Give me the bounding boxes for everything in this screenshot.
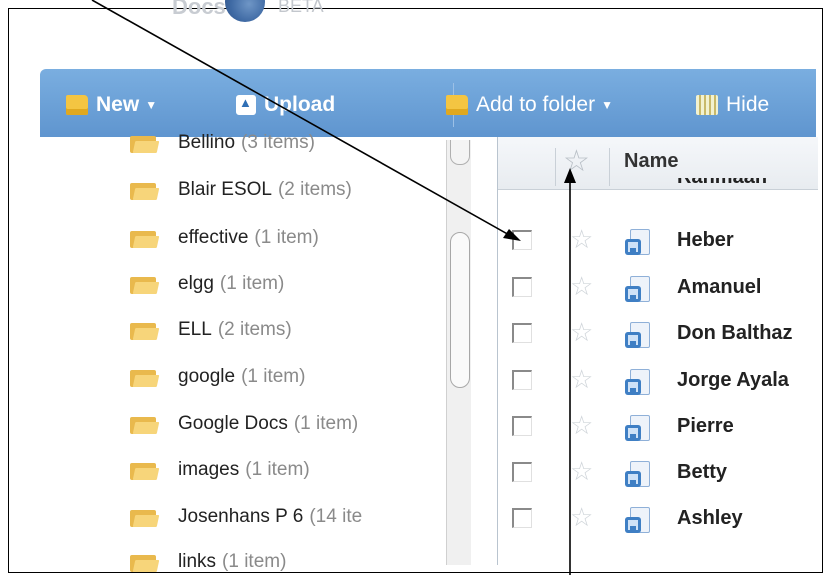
doc-name[interactable]: Ashley bbox=[677, 507, 743, 530]
doc-name[interactable]: Heber bbox=[677, 229, 734, 252]
folder-icon bbox=[130, 228, 158, 248]
folder-count: (14 ite bbox=[309, 506, 363, 527]
chevron-down-icon: ▼ bbox=[145, 98, 158, 112]
folder-icon bbox=[130, 552, 158, 572]
star-icon[interactable]: ☆ bbox=[570, 226, 593, 252]
chevron-down-icon: ▼ bbox=[601, 98, 613, 112]
logo-text-docs: Docs bbox=[172, 0, 226, 19]
folder-count: (3 items) bbox=[241, 132, 315, 153]
folder-name: links bbox=[178, 551, 217, 572]
document-icon bbox=[625, 322, 651, 348]
folder-icon bbox=[130, 460, 158, 480]
toolbar: New ▼ Upload Add to folder ▼ Hide bbox=[40, 69, 816, 137]
folder-icon bbox=[130, 414, 158, 434]
name-column-header[interactable]: Name bbox=[624, 150, 678, 173]
star-icon[interactable]: ☆ bbox=[570, 273, 593, 299]
document-icon bbox=[625, 415, 651, 441]
folder-name: ELL bbox=[178, 319, 212, 340]
document-icon bbox=[625, 507, 651, 533]
star-icon[interactable]: ☆ bbox=[570, 504, 593, 530]
scrollbar-top-cap[interactable] bbox=[450, 140, 470, 165]
row-checkbox[interactable] bbox=[512, 462, 532, 482]
folder-name: Josenhans P 6 bbox=[178, 506, 304, 527]
folder-count: (1 item) bbox=[254, 227, 319, 248]
folder-count: (2 items) bbox=[277, 179, 352, 200]
star-icon[interactable]: ☆ bbox=[570, 412, 593, 438]
folder-name: effective bbox=[178, 227, 249, 248]
folder-item[interactable]: images (1 item) bbox=[130, 456, 310, 484]
upload-button[interactable]: Upload bbox=[236, 91, 335, 119]
folder-count: (1 item) bbox=[222, 551, 287, 572]
row-checkbox[interactable] bbox=[512, 230, 532, 250]
doc-name[interactable]: Jorge Ayala bbox=[677, 369, 789, 392]
folder-icon bbox=[130, 180, 158, 200]
folder-icon bbox=[130, 507, 158, 527]
folder-item[interactable]: elgg (1 item) bbox=[130, 270, 284, 298]
folder-icon bbox=[130, 133, 158, 153]
row-checkbox[interactable] bbox=[512, 416, 532, 436]
new-folder-icon bbox=[66, 95, 88, 115]
folder-name: elgg bbox=[178, 273, 214, 294]
google-docs-logo: Docs BETA bbox=[160, 0, 350, 28]
folder-icon bbox=[446, 95, 468, 115]
folder-item[interactable]: ELL (2 items) bbox=[130, 316, 292, 344]
hide-button-label: Hide bbox=[726, 93, 770, 116]
star-icon[interactable]: ☆ bbox=[570, 319, 593, 345]
doc-name[interactable]: Rahmaan bbox=[677, 178, 767, 189]
doc-name[interactable]: Pierre bbox=[677, 415, 734, 438]
logo-text-beta: BETA bbox=[278, 0, 324, 16]
table-row[interactable] bbox=[498, 405, 818, 449]
table-row[interactable] bbox=[498, 451, 818, 495]
logo-ball-icon bbox=[225, 0, 265, 22]
folder-item[interactable]: Google Docs (1 item) bbox=[130, 410, 358, 438]
row-checkbox[interactable] bbox=[512, 508, 532, 528]
document-icon bbox=[625, 276, 651, 302]
folder-name: Google Docs bbox=[178, 413, 288, 434]
folder-item[interactable]: google (1 item) bbox=[130, 363, 305, 391]
row-checkbox[interactable] bbox=[512, 277, 532, 297]
folder-item[interactable]: Bellino (3 items) bbox=[130, 129, 315, 157]
table-row[interactable]: Rahmaan bbox=[498, 178, 818, 200]
folder-icon bbox=[130, 274, 158, 294]
folder-count: (1 item) bbox=[241, 366, 306, 387]
folder-item[interactable]: links (1 item) bbox=[130, 548, 286, 576]
table-row[interactable] bbox=[498, 497, 818, 541]
doc-name[interactable]: Amanuel bbox=[677, 276, 761, 299]
hide-button[interactable]: Hide bbox=[696, 91, 769, 119]
row-checkbox[interactable] bbox=[512, 370, 532, 390]
scrollbar-thumb[interactable] bbox=[450, 232, 470, 388]
hide-icon bbox=[696, 95, 718, 115]
folder-item[interactable]: Blair ESOL (2 items) bbox=[130, 176, 352, 204]
new-button-label: New bbox=[96, 93, 140, 116]
upload-icon bbox=[236, 95, 256, 115]
row-checkbox[interactable] bbox=[512, 323, 532, 343]
star-icon[interactable]: ☆ bbox=[570, 366, 593, 392]
upload-button-label: Upload bbox=[264, 93, 336, 116]
folder-item[interactable]: effective (1 item) bbox=[130, 224, 319, 252]
doc-name[interactable]: Betty bbox=[677, 461, 727, 484]
folder-icon bbox=[130, 367, 158, 387]
folder-count: (1 item) bbox=[245, 459, 310, 480]
folder-count: (1 item) bbox=[219, 273, 285, 294]
star-column-icon[interactable]: ☆ bbox=[563, 147, 590, 177]
star-icon[interactable]: ☆ bbox=[570, 458, 593, 484]
folder-name: google bbox=[178, 366, 236, 387]
document-icon bbox=[625, 369, 651, 395]
folder-item[interactable]: Josenhans P 6 (14 ite bbox=[130, 503, 362, 531]
doc-name[interactable]: Don Balthaz bbox=[677, 322, 793, 345]
add-to-folder-label: Add to folder bbox=[476, 93, 596, 116]
folder-name: images bbox=[178, 459, 240, 480]
folder-name: Bellino bbox=[178, 132, 236, 153]
document-icon bbox=[625, 229, 651, 255]
document-icon bbox=[625, 461, 651, 487]
new-button[interactable]: New ▼ bbox=[66, 91, 157, 119]
folder-count: (2 items) bbox=[217, 319, 292, 340]
folder-count: (1 item) bbox=[293, 413, 359, 434]
add-to-folder-button[interactable]: Add to folder ▼ bbox=[446, 91, 613, 119]
folder-name: Blair ESOL bbox=[178, 179, 272, 200]
folder-icon bbox=[130, 320, 158, 340]
table-row[interactable] bbox=[498, 220, 818, 264]
table-row[interactable] bbox=[498, 267, 818, 311]
